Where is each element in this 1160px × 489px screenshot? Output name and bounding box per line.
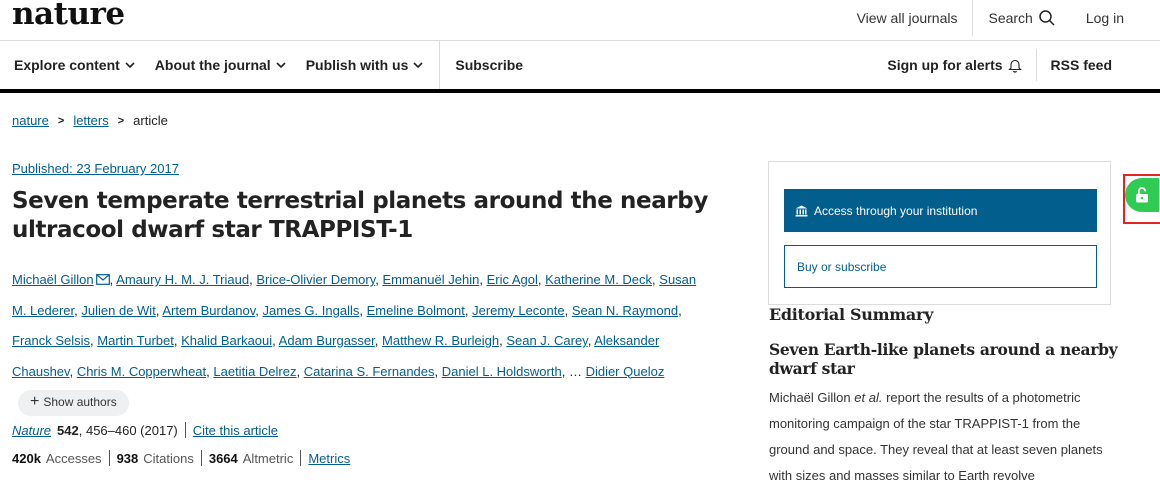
accesses-count: 420k [12, 450, 41, 466]
editorial-summary-heading: Editorial Summary [769, 305, 934, 324]
editorial-summary-body: Michaël Gillon et al. report the results… [769, 385, 1119, 489]
search-icon [1039, 10, 1055, 26]
citation-line: Nature 542 , 456–460 (2017) Cite this ar… [12, 422, 278, 438]
author-link[interactable]: Brice-Olivier Demory [256, 272, 375, 287]
access-institution-label: Access through your institution [814, 203, 978, 218]
breadcrumb-letters[interactable]: letters [73, 113, 108, 128]
chevron-down-icon [125, 61, 135, 68]
author-link[interactable]: Amaury H. M. J. Triaud [116, 272, 249, 287]
journal-link[interactable]: Nature [12, 423, 51, 438]
author-ellipsis: … [568, 363, 582, 379]
access-institution-button[interactable]: Access through your institution [784, 189, 1097, 232]
author-link[interactable]: Khalid Barkaoui [181, 333, 272, 348]
author-link[interactable]: Franck Selsis [12, 333, 90, 348]
author-link[interactable]: Sean J. Carey [506, 333, 587, 348]
publish-with-us-label: Publish with us [305, 57, 409, 73]
citations-label: Citations [143, 450, 194, 466]
author-link[interactable]: Artem Burdanov [162, 303, 255, 318]
author-link[interactable]: Laetitia Delrez [213, 364, 296, 379]
altmetric-count: 3664 [208, 450, 238, 466]
metrics-link[interactable]: Metrics [308, 451, 350, 466]
chevron-down-icon [276, 61, 286, 68]
login-label: Log in [1085, 10, 1124, 26]
unlock-icon [1136, 187, 1148, 203]
login-link[interactable]: Log in [1071, 0, 1124, 36]
subscribe-label: Subscribe [455, 57, 524, 73]
explore-content-menu[interactable]: Explore content [14, 57, 135, 73]
author-link[interactable]: James G. Ingalls [263, 303, 360, 318]
rss-feed-link[interactable]: RSS feed [1037, 49, 1112, 81]
separator [108, 450, 110, 466]
chevron-down-icon [413, 61, 423, 68]
institution-icon [795, 205, 808, 216]
access-box: Access through your institution Buy or s… [768, 161, 1111, 305]
about-journal-label: About the journal [154, 57, 271, 73]
author-link[interactable]: Emmanuël Jehin [383, 272, 480, 287]
author-link[interactable]: Catarina S. Fernandes [304, 364, 435, 379]
breadcrumb: nature > letters > article [12, 113, 168, 128]
author-list: Michaël Gillon, Amaury H. M. J. Triaud, … [12, 265, 712, 418]
unlock-button[interactable] [1125, 178, 1159, 212]
view-all-journals-link[interactable]: View all journals [842, 0, 974, 36]
search-label: Search [988, 10, 1033, 26]
volume: 542 [57, 422, 79, 438]
author-link[interactable]: Eric Agol [487, 272, 538, 287]
published-date[interactable]: Published: 23 February 2017 [12, 161, 179, 176]
explore-content-label: Explore content [14, 57, 120, 73]
citations-count: 938 [116, 450, 139, 466]
mail-icon[interactable] [95, 274, 110, 285]
show-authors-label: Show authors [43, 395, 117, 410]
buy-or-subscribe-label: Buy or subscribe [797, 259, 887, 274]
top-bar: nature View all journals Search Log in [0, 0, 1160, 41]
author-link[interactable]: Daniel L. Holdsworth [442, 364, 562, 379]
about-journal-menu[interactable]: About the journal [155, 57, 286, 73]
separator [184, 422, 186, 438]
author-link[interactable]: Sean N. Raymond [572, 303, 678, 318]
top-links: View all journals Search Log in [842, 0, 1124, 36]
separator [300, 450, 302, 466]
cite-this-article-link[interactable]: Cite this article [193, 423, 278, 438]
author-link[interactable]: Julien de Wit [81, 303, 155, 318]
buy-or-subscribe-button[interactable]: Buy or subscribe [784, 245, 1097, 288]
author-link[interactable]: Emeline Bolmont [367, 303, 465, 318]
sign-up-alerts-label: Sign up for alerts [887, 57, 1003, 73]
author-link[interactable]: Didier Queloz [586, 364, 665, 379]
breadcrumb-separator-icon: > [117, 114, 125, 127]
author-link[interactable]: Katherine M. Deck [545, 272, 652, 287]
pages: , 456–460 (2017) [78, 422, 178, 438]
nav-divider [439, 41, 441, 89]
rss-feed-label: RSS feed [1050, 57, 1112, 73]
author-link[interactable]: Matthew R. Burleigh [382, 333, 499, 348]
show-authors-button[interactable]: + Show authors [18, 389, 129, 416]
view-all-journals-label: View all journals [856, 10, 958, 26]
search-button[interactable]: Search [973, 0, 1070, 36]
altmetric-label: Altmetric [242, 450, 294, 466]
bell-icon [1007, 59, 1022, 73]
author-link[interactable]: Michaël Gillon [12, 272, 94, 287]
nature-logo[interactable]: nature [12, 0, 125, 32]
accesses-label: Accesses [45, 450, 102, 466]
article-title: Seven temperate terrestrial planets arou… [12, 188, 708, 243]
subscribe-link[interactable]: Subscribe [455, 57, 523, 73]
main-nav: Explore content About the journal Publis… [0, 41, 1160, 93]
breadcrumb-separator-icon: > [57, 114, 65, 127]
plus-icon: + [30, 393, 40, 411]
author-link[interactable]: Adam Burgasser [279, 333, 375, 348]
author-link[interactable]: Jeremy Leconte [472, 303, 565, 318]
editorial-etal: et al. [854, 390, 883, 405]
sign-up-alerts-link[interactable]: Sign up for alerts [873, 49, 1037, 81]
breadcrumb-article: article [133, 113, 168, 128]
metrics-line: 420k Accesses 938 Citations 3664 Altmetr… [12, 450, 350, 466]
author-link[interactable]: Chris M. Copperwheat [77, 364, 206, 379]
editorial-summary-subheading: Seven Earth-like planets around a nearby… [769, 340, 1118, 378]
breadcrumb-nature[interactable]: nature [12, 113, 49, 128]
author-link[interactable]: Martin Turbet [97, 333, 174, 348]
publish-with-us-menu[interactable]: Publish with us [306, 57, 424, 73]
editorial-author: Michaël Gillon [769, 390, 851, 405]
separator [200, 450, 202, 466]
